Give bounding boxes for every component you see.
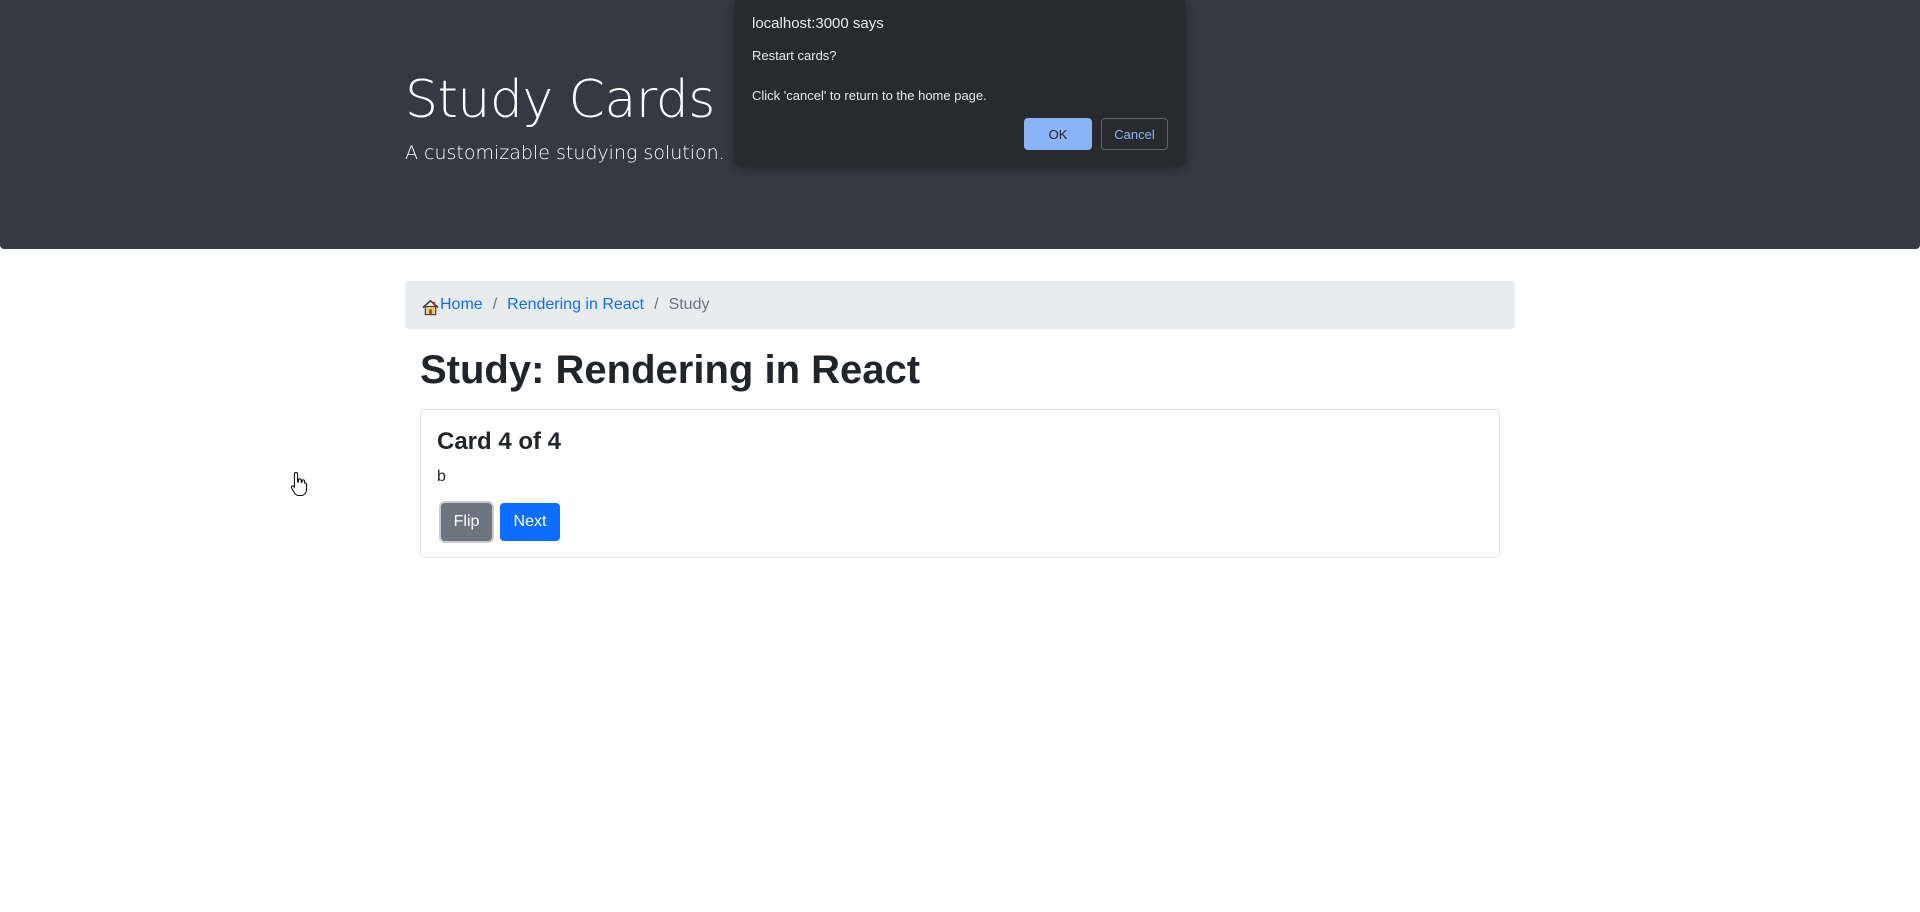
ok-button[interactable]: OK (1024, 118, 1092, 150)
cancel-button[interactable]: Cancel (1101, 118, 1168, 150)
breadcrumb-deck-link[interactable]: Rendering in React (507, 296, 644, 314)
card-title: Card 4 of 4 (437, 428, 562, 455)
dialog-message: Restart cards? Click 'cancel' to return … (752, 48, 987, 103)
breadcrumb-home-link[interactable]: Home (440, 296, 483, 314)
breadcrumb-separator: / (654, 296, 659, 313)
breadcrumb: Home / Rendering in React / Study (405, 281, 1515, 329)
dialog-title: localhost:3000 says (752, 15, 884, 32)
hand-pointer-icon (290, 471, 308, 496)
next-button[interactable]: Next (500, 503, 560, 541)
app-title: Study Cards (405, 70, 715, 130)
page-title: Study: Rendering in React (420, 348, 921, 392)
breadcrumb-separator: / (492, 296, 498, 313)
card-text: b (437, 468, 446, 485)
app-subtitle: A customizable studying solution. (405, 142, 725, 164)
study-card: Card 4 of 4 b Flip Next (420, 409, 1500, 558)
browser-confirm-dialog: localhost:3000 says Restart cards? Click… (735, 0, 1185, 166)
flip-button[interactable]: Flip (441, 503, 492, 541)
breadcrumb-current: Study (668, 296, 710, 313)
house-icon[interactable] (421, 298, 440, 317)
